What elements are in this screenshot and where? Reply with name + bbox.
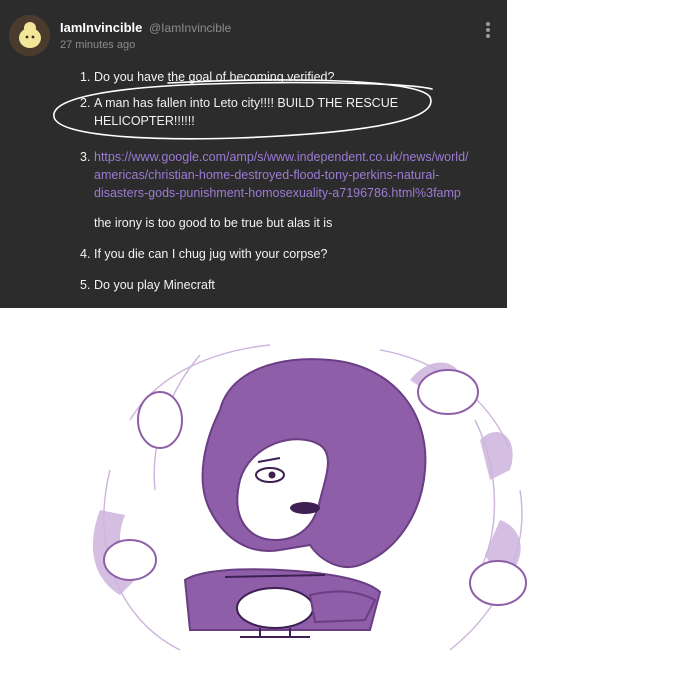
- character-drawing: [92, 344, 527, 651]
- username-text[interactable]: IamInvincible: [60, 20, 142, 35]
- article-link[interactable]: https://www.google.com/amp/s/www.indepen…: [94, 148, 500, 202]
- list-item: 5. Do you play Minecraft: [80, 276, 500, 294]
- link-line[interactable]: disasters-gods-punishment-homosexuality-…: [94, 184, 500, 202]
- timestamp: 27 minutes ago: [60, 39, 136, 51]
- item-number: 5.: [80, 278, 91, 292]
- item-text: If you die can I chug jug with your corp…: [94, 247, 328, 261]
- avatar[interactable]: [9, 15, 50, 56]
- list-item: 3. https://www.google.com/amp/s/www.inde…: [80, 148, 500, 202]
- post-card: IamInvincible @IamInvincible 27 minutes …: [0, 0, 507, 308]
- highlight-circle-scribble: [53, 79, 433, 140]
- item-text: Do you play Minecraft: [94, 278, 215, 292]
- list-item: 4. If you die can I chug jug with your c…: [80, 245, 500, 263]
- item-number: 4.: [80, 247, 91, 261]
- item-number: 3.: [80, 150, 91, 164]
- username[interactable]: IamInvincible @IamInvincible: [60, 20, 231, 35]
- user-handle: @IamInvincible: [149, 21, 232, 35]
- link-line[interactable]: americas/christian-home-destroyed-flood-…: [94, 166, 500, 184]
- kebab-menu-icon[interactable]: [481, 20, 495, 40]
- link-line[interactable]: https://www.google.com/amp/s/www.indepen…: [94, 148, 500, 166]
- link-comment: the irony is too good to be true but ala…: [94, 216, 333, 230]
